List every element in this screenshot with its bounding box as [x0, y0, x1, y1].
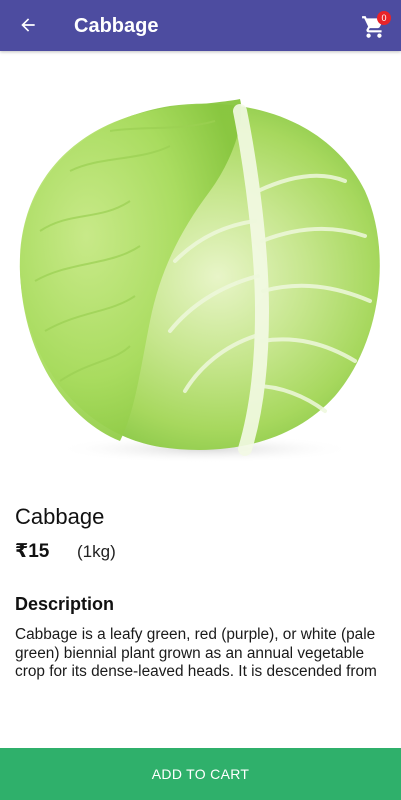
price-row: ₹15 (1kg)	[15, 540, 116, 563]
back-button[interactable]	[13, 10, 43, 40]
product-detail-screen: Cabbage 0 Cabbage ₹15 (1kg) Description …	[0, 0, 401, 800]
cart-button[interactable]: 0	[361, 10, 391, 40]
description-text: Cabbage is a leafy green, red (purple), …	[15, 626, 377, 680]
product-name: Cabbage	[15, 504, 105, 529]
product-price: ₹15	[15, 541, 50, 562]
add-to-cart-button[interactable]: ADD TO CART	[0, 748, 401, 800]
arrow-left-icon	[21, 18, 35, 32]
product-unit: (1kg)	[77, 542, 116, 561]
cart-count-badge: 0	[377, 11, 391, 25]
product-image	[0, 51, 401, 480]
cabbage-illustration	[19, 99, 380, 463]
description-heading: Description	[15, 594, 115, 614]
app-bar: Cabbage 0	[0, 0, 401, 51]
page-title: Cabbage	[74, 15, 159, 37]
